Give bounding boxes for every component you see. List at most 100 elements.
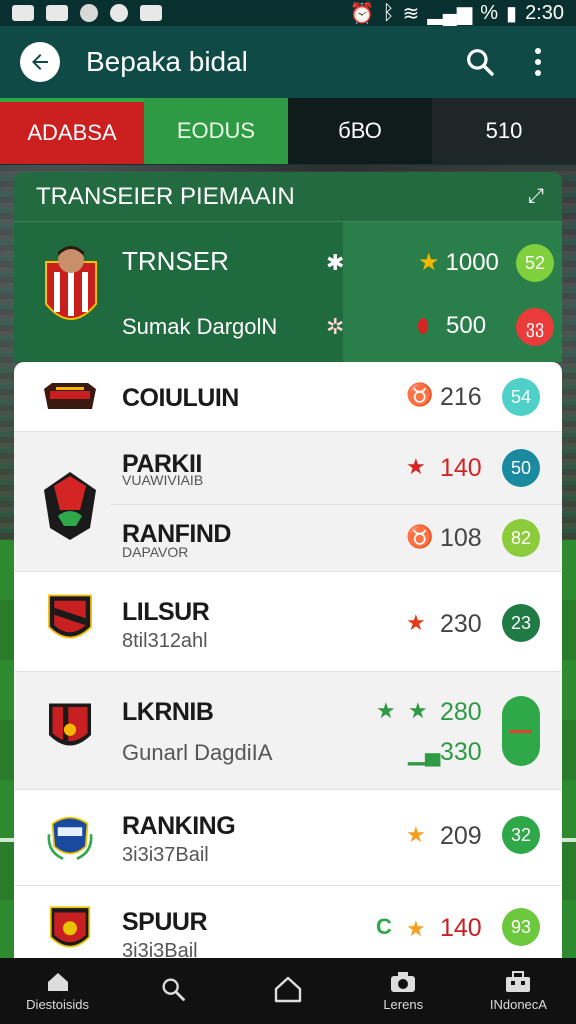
briefcase-icon [506,970,531,992]
page-title: Bepaka bidal [86,46,248,77]
list-item[interactable]: LILSUR 8til312ahl ★ 230 23 [14,572,562,672]
featured-transfer-card[interactable]: TRANSEIER PIEMAAIN ⤢ TRNSER Sumak Dargol… [14,172,562,362]
tab-adabsa[interactable]: ADABSA [0,98,144,164]
featured-value-1: ★ 1000 [418,248,499,277]
nav-lerens[interactable]: Lerens [346,958,461,1024]
featured-player-subtitle: Sumak DargolN [122,314,278,339]
mail-icon [46,5,68,21]
row-title: LILSUR [122,598,210,626]
row-value: 108 [440,524,482,552]
row-subtitle: VUAWIVIAIB [122,472,204,488]
bottom-navigation: Diestoisids Lerens INdonecA [0,958,576,1024]
rating-badge: 23 [502,604,540,642]
row-subtitle: DAPAVOR [122,544,189,560]
whatsapp-icon [110,4,128,22]
more-vert-icon[interactable] [516,40,560,84]
tab-bar: ADABSA EODUS бВО 510 [0,98,576,164]
row-value: 230 [440,610,482,638]
notification-icon [12,5,34,21]
search-icon [162,978,185,1001]
row-value: 140 [440,454,482,482]
status-bar: ⏰ ᛒ ≋ ▂▄▆ % ▮ 2:30 [0,0,576,26]
red-drop-icon [418,318,428,334]
nav-home[interactable]: Diestoisids [0,958,115,1024]
row-value-2: 330 [440,738,482,766]
row-title: LKRNIB [122,698,214,726]
featured-header: TRANSEIER PIEMAAIN ⤢ [14,172,562,222]
battery-icon: ▮ [506,2,518,25]
list-item[interactable]: COIULUIN ♉ 216 54 [14,362,562,432]
clock: 2:30 [525,1,564,24]
player-list: COIULUIN ♉ 216 54 PARKII VUAWIVIAIB ★ 14… [14,362,562,958]
arrow-left-icon [32,54,48,70]
row-subtitle: 8til312ahl [122,630,208,652]
rating-badge: 54 [502,378,540,416]
app-notification-icon [80,4,98,22]
list-item[interactable]: SPUUR 3i3i3Bail C ★ 140 93 [14,886,562,958]
featured-player-name: TRNSER [122,246,229,276]
gear-icon[interactable]: ✲ [326,314,344,340]
message-icon [140,5,162,21]
house-outline-icon [274,976,302,1003]
award-icon: ♉ [406,382,434,407]
row-title: SPUUR [122,908,208,936]
toggle-pill[interactable] [502,696,540,766]
list-item-group[interactable]: PARKII VUAWIVIAIB ★ 140 50 RANFIND DAPAV… [14,432,562,572]
tab-eodus[interactable]: EODUS [144,98,288,164]
row-title: RANKING [122,812,236,840]
rating-badge: 93 [502,908,540,946]
star-icon: ★ [406,610,426,635]
club-crest-icon [48,594,92,639]
club-crest-icon [44,472,96,540]
award-icon: ♉ [406,524,434,549]
alarm-icon: ⏰ [349,2,375,25]
row-value: 140 [440,914,482,942]
divider [110,504,562,505]
row-value: 280 [440,698,482,726]
wifi-icon: ≋ [402,2,420,25]
featured-title: TRANSEIER PIEMAAIN [36,182,295,210]
collapse-icon[interactable]: ⤢ [528,185,544,208]
rating-badge: 52 [516,244,554,282]
row-value: 209 [440,822,482,850]
row-prefix: C [376,914,392,939]
app-bar: Bepaka bidal [0,26,576,98]
rating-badge: ვვ [516,308,554,346]
back-button[interactable] [20,42,60,82]
featured-value-2-text: 500 [446,312,487,339]
featured-value-1-text: 1000 [445,248,499,276]
tab-510[interactable]: 510 [432,98,576,164]
list-item[interactable]: RANKING 3i3i37Bail ★ 209 32 [14,790,562,886]
nav-house[interactable] [230,958,345,1024]
nav-indonesia[interactable]: INdonecA [461,958,576,1024]
nav-label: Lerens [383,996,424,1012]
club-crest-icon [49,906,91,948]
list-item[interactable]: LKRNIB Gunarl DagdiIA ★ ★ 280 ▁▄ 330 [14,672,562,790]
row-value: 216 [440,383,482,411]
rating-badge: 32 [502,816,540,854]
row-title: COIULUIN [122,384,239,412]
featured-value-2: 500 [418,312,486,340]
search-icon [467,49,494,76]
star-icon: ★ [418,249,440,276]
row-subtitle: 3i3i3Bail [122,940,198,958]
star-icon: ★ [406,454,426,479]
star-icon: ★ [406,822,426,847]
rating-badge: 82 [502,519,540,557]
nav-search[interactable] [115,958,230,1024]
club-crest-icon [44,383,96,409]
bluetooth-icon: ᛒ [382,1,395,24]
row-subtitle: Gunarl DagdiIA [122,740,273,765]
rating-badge: 50 [502,449,540,487]
star-icon: ★ [406,916,426,941]
club-crest-icon [49,703,91,746]
signal-icon: ▂▄▆ [427,2,473,25]
bar-chart-icon: ▁▄ [408,740,441,765]
search-button[interactable] [458,40,502,84]
home-icon [47,972,68,991]
nav-label: INdonecA [489,996,547,1012]
battery-label: % [480,1,499,24]
tab-bvo[interactable]: бВО [288,98,432,164]
star-icon: ★ [408,698,428,723]
favorite-icon[interactable]: ✱ [326,250,344,276]
